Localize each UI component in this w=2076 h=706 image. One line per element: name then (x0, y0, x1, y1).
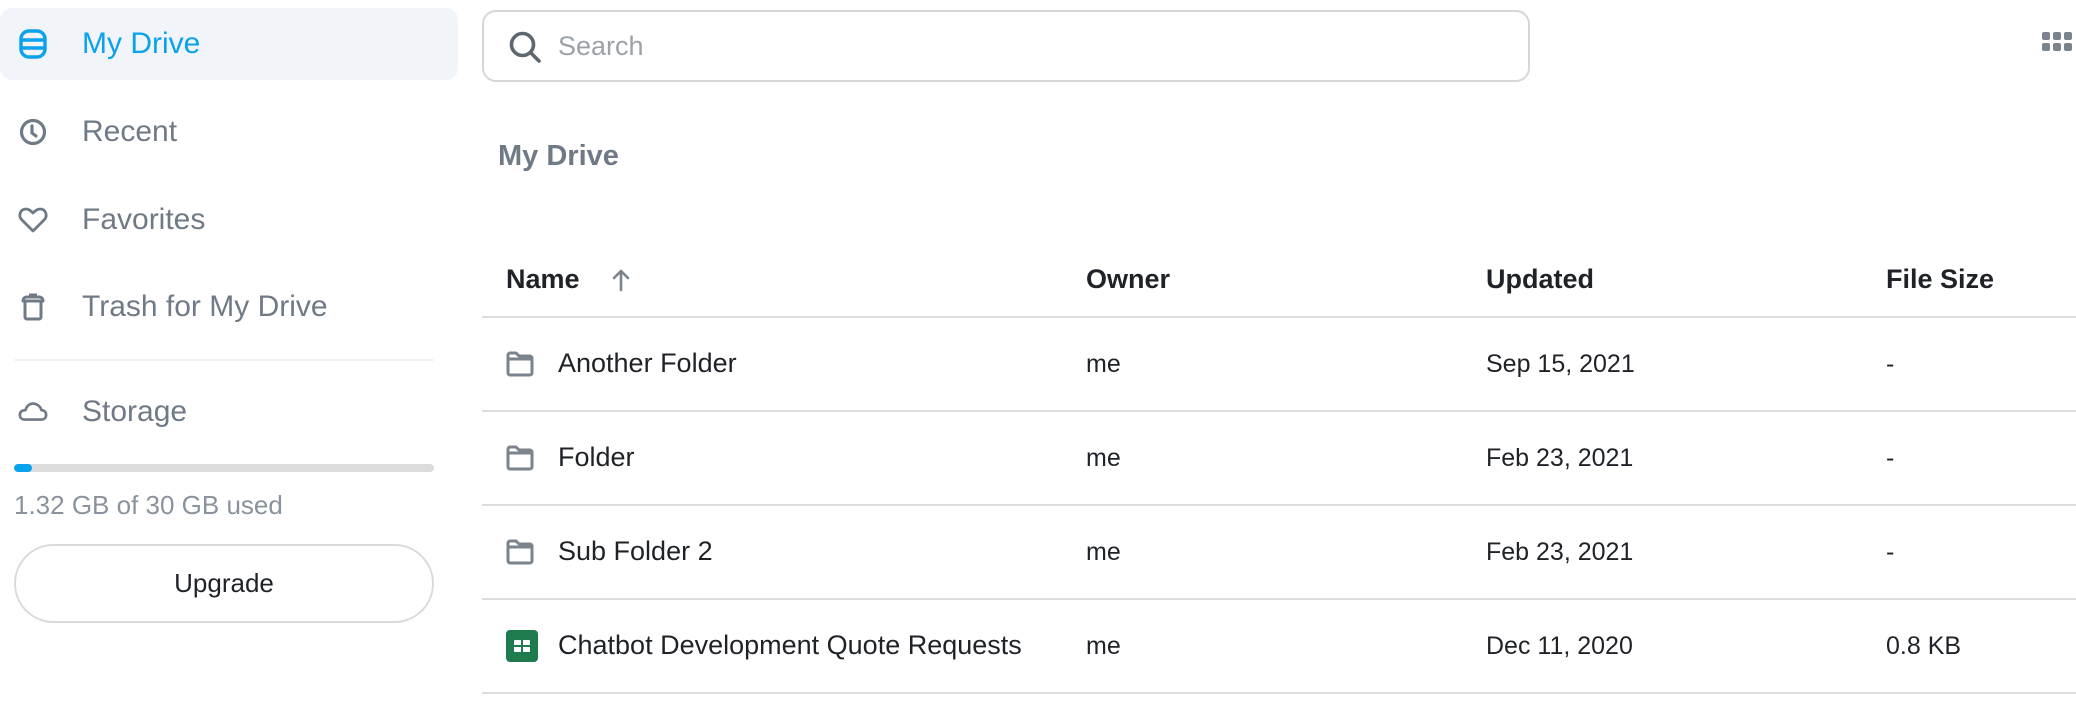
storage-progress-bar (14, 464, 434, 472)
file-owner: me (1086, 444, 1121, 472)
table-row[interactable]: Folder me Feb 23, 2021 - (482, 412, 2076, 506)
sidebar-divider (14, 359, 434, 361)
file-owner: me (1086, 350, 1121, 378)
column-header-file-size[interactable]: File Size (1886, 264, 1994, 295)
trash-icon (18, 292, 48, 322)
sidebar-item-recent[interactable]: Recent (0, 96, 458, 168)
sidebar-item-label: My Drive (82, 27, 201, 60)
sidebar-item-label: Favorites (82, 203, 206, 236)
file-name[interactable]: Another Folder (558, 348, 737, 379)
file-updated: Sep 15, 2021 (1486, 350, 1635, 378)
folder-icon (506, 445, 534, 471)
file-size: 0.8 KB (1886, 632, 1962, 660)
sidebar-item-trash[interactable]: Trash for My Drive (0, 271, 458, 343)
sidebar-item-label: Recent (82, 115, 178, 148)
column-header-name[interactable]: Name (506, 264, 580, 295)
storage-usage-text: 1.32 GB of 30 GB used (14, 490, 283, 520)
sidebar: My Drive Recent Favorites Trash for My D… (0, 0, 460, 706)
file-owner: me (1086, 632, 1121, 660)
file-name[interactable]: Chatbot Development Quote Requests (558, 630, 1022, 661)
sort-ascending-icon[interactable] (610, 268, 632, 292)
search-icon (508, 30, 542, 64)
clock-icon (18, 117, 48, 147)
storage-label: Storage (82, 395, 188, 428)
page-title: My Drive (498, 140, 619, 172)
file-updated: Dec 11, 2020 (1486, 632, 1633, 660)
column-header-updated[interactable]: Updated (1486, 264, 1594, 295)
file-name[interactable]: Sub Folder 2 (558, 536, 713, 567)
database-icon (18, 29, 48, 59)
search-bar[interactable] (482, 10, 1530, 82)
folder-icon (506, 539, 534, 565)
table-header: Name Owner Updated File Size (482, 250, 2076, 318)
sidebar-item-storage[interactable]: Storage (0, 376, 458, 448)
file-table: Name Owner Updated File Size Another Fol… (482, 250, 2076, 694)
sidebar-item-my-drive[interactable]: My Drive (0, 8, 458, 80)
column-header-owner[interactable]: Owner (1086, 264, 1170, 295)
file-name[interactable]: Folder (558, 442, 635, 473)
sidebar-item-favorites[interactable]: Favorites (0, 184, 458, 256)
heart-icon (18, 205, 48, 235)
sidebar-item-label: Trash for My Drive (82, 290, 328, 323)
search-input[interactable] (558, 24, 1498, 68)
table-row[interactable]: Chatbot Development Quote Requests me De… (482, 600, 2076, 694)
apps-grid-icon[interactable] (2042, 32, 2076, 52)
file-size: - (1886, 444, 1895, 472)
table-row[interactable]: Sub Folder 2 me Feb 23, 2021 - (482, 506, 2076, 600)
folder-icon (506, 351, 534, 377)
file-size: - (1886, 350, 1895, 378)
file-owner: me (1086, 538, 1121, 566)
cloud-icon (18, 397, 48, 427)
storage-progress-fill (14, 464, 33, 472)
file-size: - (1886, 538, 1895, 566)
file-updated: Feb 23, 2021 (1486, 444, 1634, 472)
file-updated: Feb 23, 2021 (1486, 538, 1634, 566)
upgrade-button[interactable]: Upgrade (14, 544, 434, 623)
table-row[interactable]: Another Folder me Sep 15, 2021 - (482, 318, 2076, 412)
spreadsheet-icon (506, 630, 538, 662)
